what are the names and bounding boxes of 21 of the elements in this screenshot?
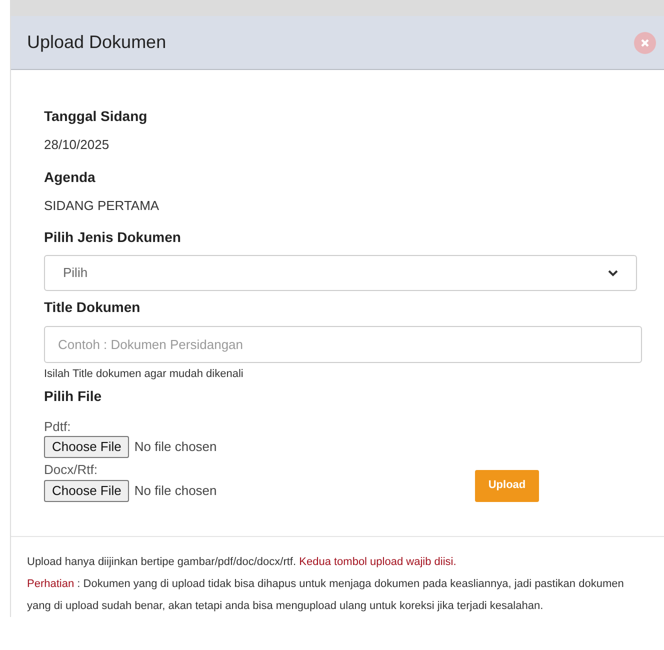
close-icon[interactable]	[634, 32, 656, 54]
field-label: Tanggal Sidang	[44, 107, 148, 126]
modal-title: Upload Dokumen	[27, 31, 166, 54]
file-status: No file chosen	[134, 482, 217, 500]
field-label: Agenda	[44, 168, 96, 187]
upload-note: Upload hanya diijinkan bertipe gambar/pdf/doc/docx/rtf. Kedua tombol upload wajib diisi.	[27, 554, 458, 570]
choose-file-button[interactable]: Choose File	[44, 480, 130, 502]
choose-file-button[interactable]: Choose File	[44, 436, 130, 458]
field-value: SIDANG PERTAMA	[44, 196, 160, 214]
field-value: 28/10/2025	[44, 136, 110, 154]
attention-notice: Perhatian : Dokumen yang di upload tidak bisa dihapus untuk menjaga dokumen pada keasliannya, jadi pastikan dokumen yang di upload sudah benar, akan tetapi anda bisa mengupload ulang untuk koreksi jika terjadi kesalahan.	[27, 576, 625, 614]
file-label: Pdtf:	[44, 418, 72, 436]
help-text: Isilah Title dokumen agar mudah dikenali	[44, 367, 244, 382]
title-input-field[interactable]: Contoh : Dokumen Persidangan	[44, 326, 642, 363]
field-label: Pilih Jenis Dokumen	[44, 228, 182, 247]
chevron-down-icon	[608, 270, 618, 276]
field-label: Pilih File	[44, 386, 103, 406]
file-status: No file chosen	[134, 438, 217, 456]
document-type-select[interactable]: Pilih	[44, 255, 637, 291]
field-label: Title Dokumen	[44, 298, 142, 317]
file-label: Docx/Rtf:	[44, 461, 98, 479]
